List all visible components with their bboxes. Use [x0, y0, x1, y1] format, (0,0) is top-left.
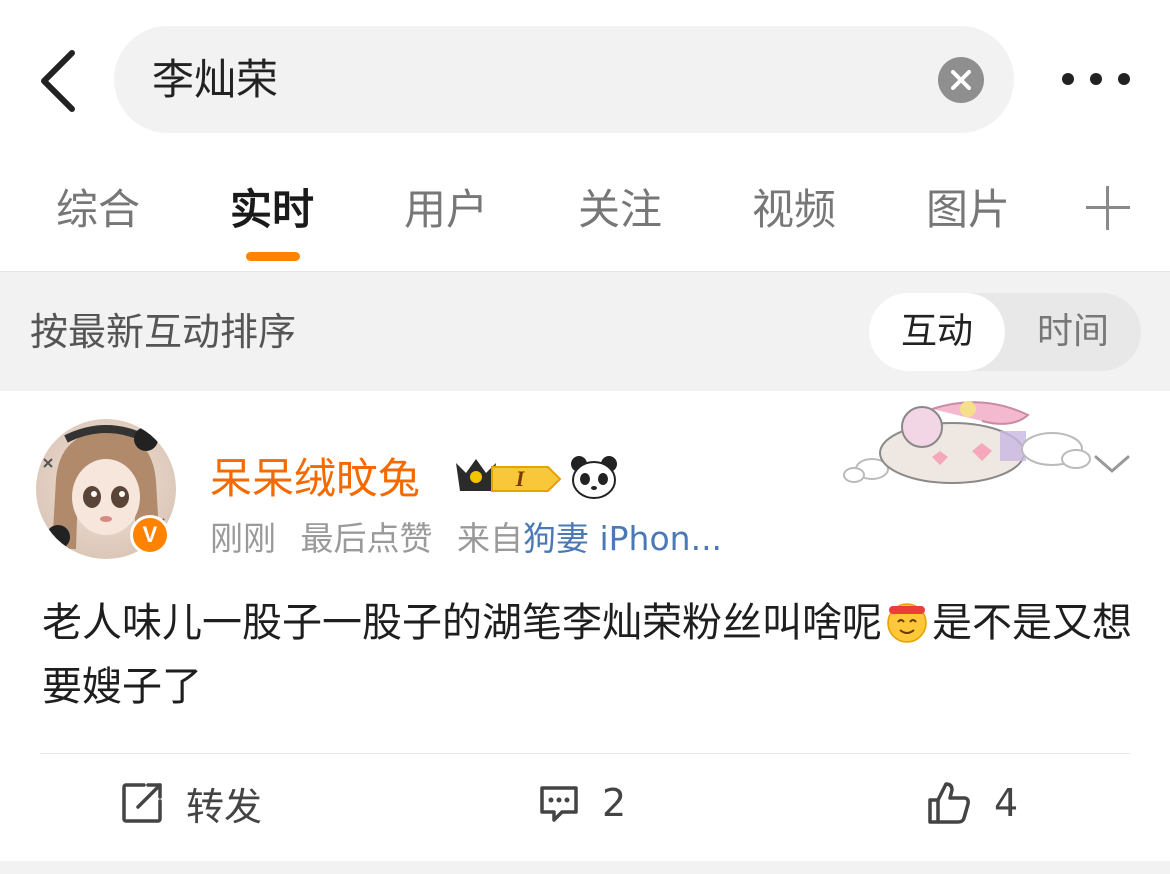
comment-button[interactable]: 2 — [538, 755, 626, 851]
active-tab-indicator — [246, 252, 300, 261]
post-meta: 刚刚 最后点赞 来自狗妻 iPhon... — [210, 515, 722, 563]
badge-level: I — [515, 466, 526, 491]
tab-following[interactable]: 关注 — [578, 182, 662, 238]
like-button[interactable]: 4 — [926, 755, 1018, 851]
back-icon — [41, 50, 75, 112]
plus-icon[interactable] — [1086, 186, 1130, 230]
more-icon-dot — [1090, 73, 1102, 85]
repost-button[interactable]: 转发 — [120, 755, 262, 851]
clear-button[interactable] — [938, 57, 984, 103]
back-button[interactable] — [30, 46, 86, 116]
panda-icon — [571, 456, 617, 499]
avatar[interactable]: V — [36, 419, 176, 559]
post-activity: 最后点赞 — [300, 519, 433, 558]
divider — [40, 753, 1130, 754]
sort-option-interaction[interactable]: 互动 — [869, 293, 1005, 371]
post-content: 老人味儿一股子一股子的湖笔李灿荣粉丝叫啥呢 是不是又想要嫂子了 — [42, 591, 1132, 719]
search-input[interactable]: 李灿荣 — [114, 26, 1014, 133]
search-query: 李灿荣 — [152, 55, 279, 104]
like-icon — [928, 782, 970, 824]
clear-icon — [951, 70, 971, 90]
repost-icon — [122, 783, 162, 823]
search-header: 李灿荣 — [0, 0, 1170, 160]
crown-badge-icon[interactable]: I — [452, 453, 564, 495]
post-actions: 转发 2 4 — [0, 755, 1170, 851]
sort-option-time[interactable]: 时间 — [1005, 293, 1141, 371]
tab-bar: 综合 实时 用户 关注 视频 图片 — [0, 160, 1170, 270]
decorative-sticker-icon — [843, 401, 1091, 484]
comment-icon — [540, 786, 578, 822]
more-icon-dot — [1118, 73, 1130, 85]
tab-images[interactable]: 图片 — [926, 182, 1010, 238]
more-icon — [1062, 73, 1074, 85]
sort-toggle: 互动 时间 — [869, 293, 1141, 371]
bottom-separator — [0, 861, 1170, 874]
sort-bar: 按最新互动排序 互动 时间 — [0, 271, 1170, 391]
source-link[interactable]: 狗妻 iPhon... — [523, 519, 722, 558]
tab-realtime[interactable]: 实时 — [230, 182, 314, 238]
more-button[interactable] — [1056, 56, 1136, 102]
comment-count: 2 — [602, 781, 627, 825]
username[interactable]: 呆呆绒旼兔 — [210, 451, 420, 507]
like-count: 4 — [994, 781, 1019, 825]
tab-video[interactable]: 视频 — [752, 182, 836, 238]
verified-icon: V — [130, 515, 170, 555]
chevron-down-icon[interactable] — [1092, 449, 1132, 479]
post-text-part1: 老人味儿一股子一股子的湖笔李灿荣粉丝叫啥呢 — [42, 600, 882, 646]
emoji-icon — [887, 603, 927, 643]
tab-users[interactable]: 用户 — [404, 182, 488, 238]
post-time: 刚刚 — [210, 519, 276, 558]
post-card[interactable]: V 呆呆绒旼兔 I 刚刚 最后点赞 来自狗妻 iPhon... 老人味儿一股子一… — [0, 391, 1170, 861]
sort-label: 按最新互动排序 — [30, 310, 297, 354]
source-prefix: 来自 — [457, 519, 523, 558]
tab-general[interactable]: 综合 — [56, 182, 140, 238]
repost-label: 转发 — [186, 784, 263, 829]
